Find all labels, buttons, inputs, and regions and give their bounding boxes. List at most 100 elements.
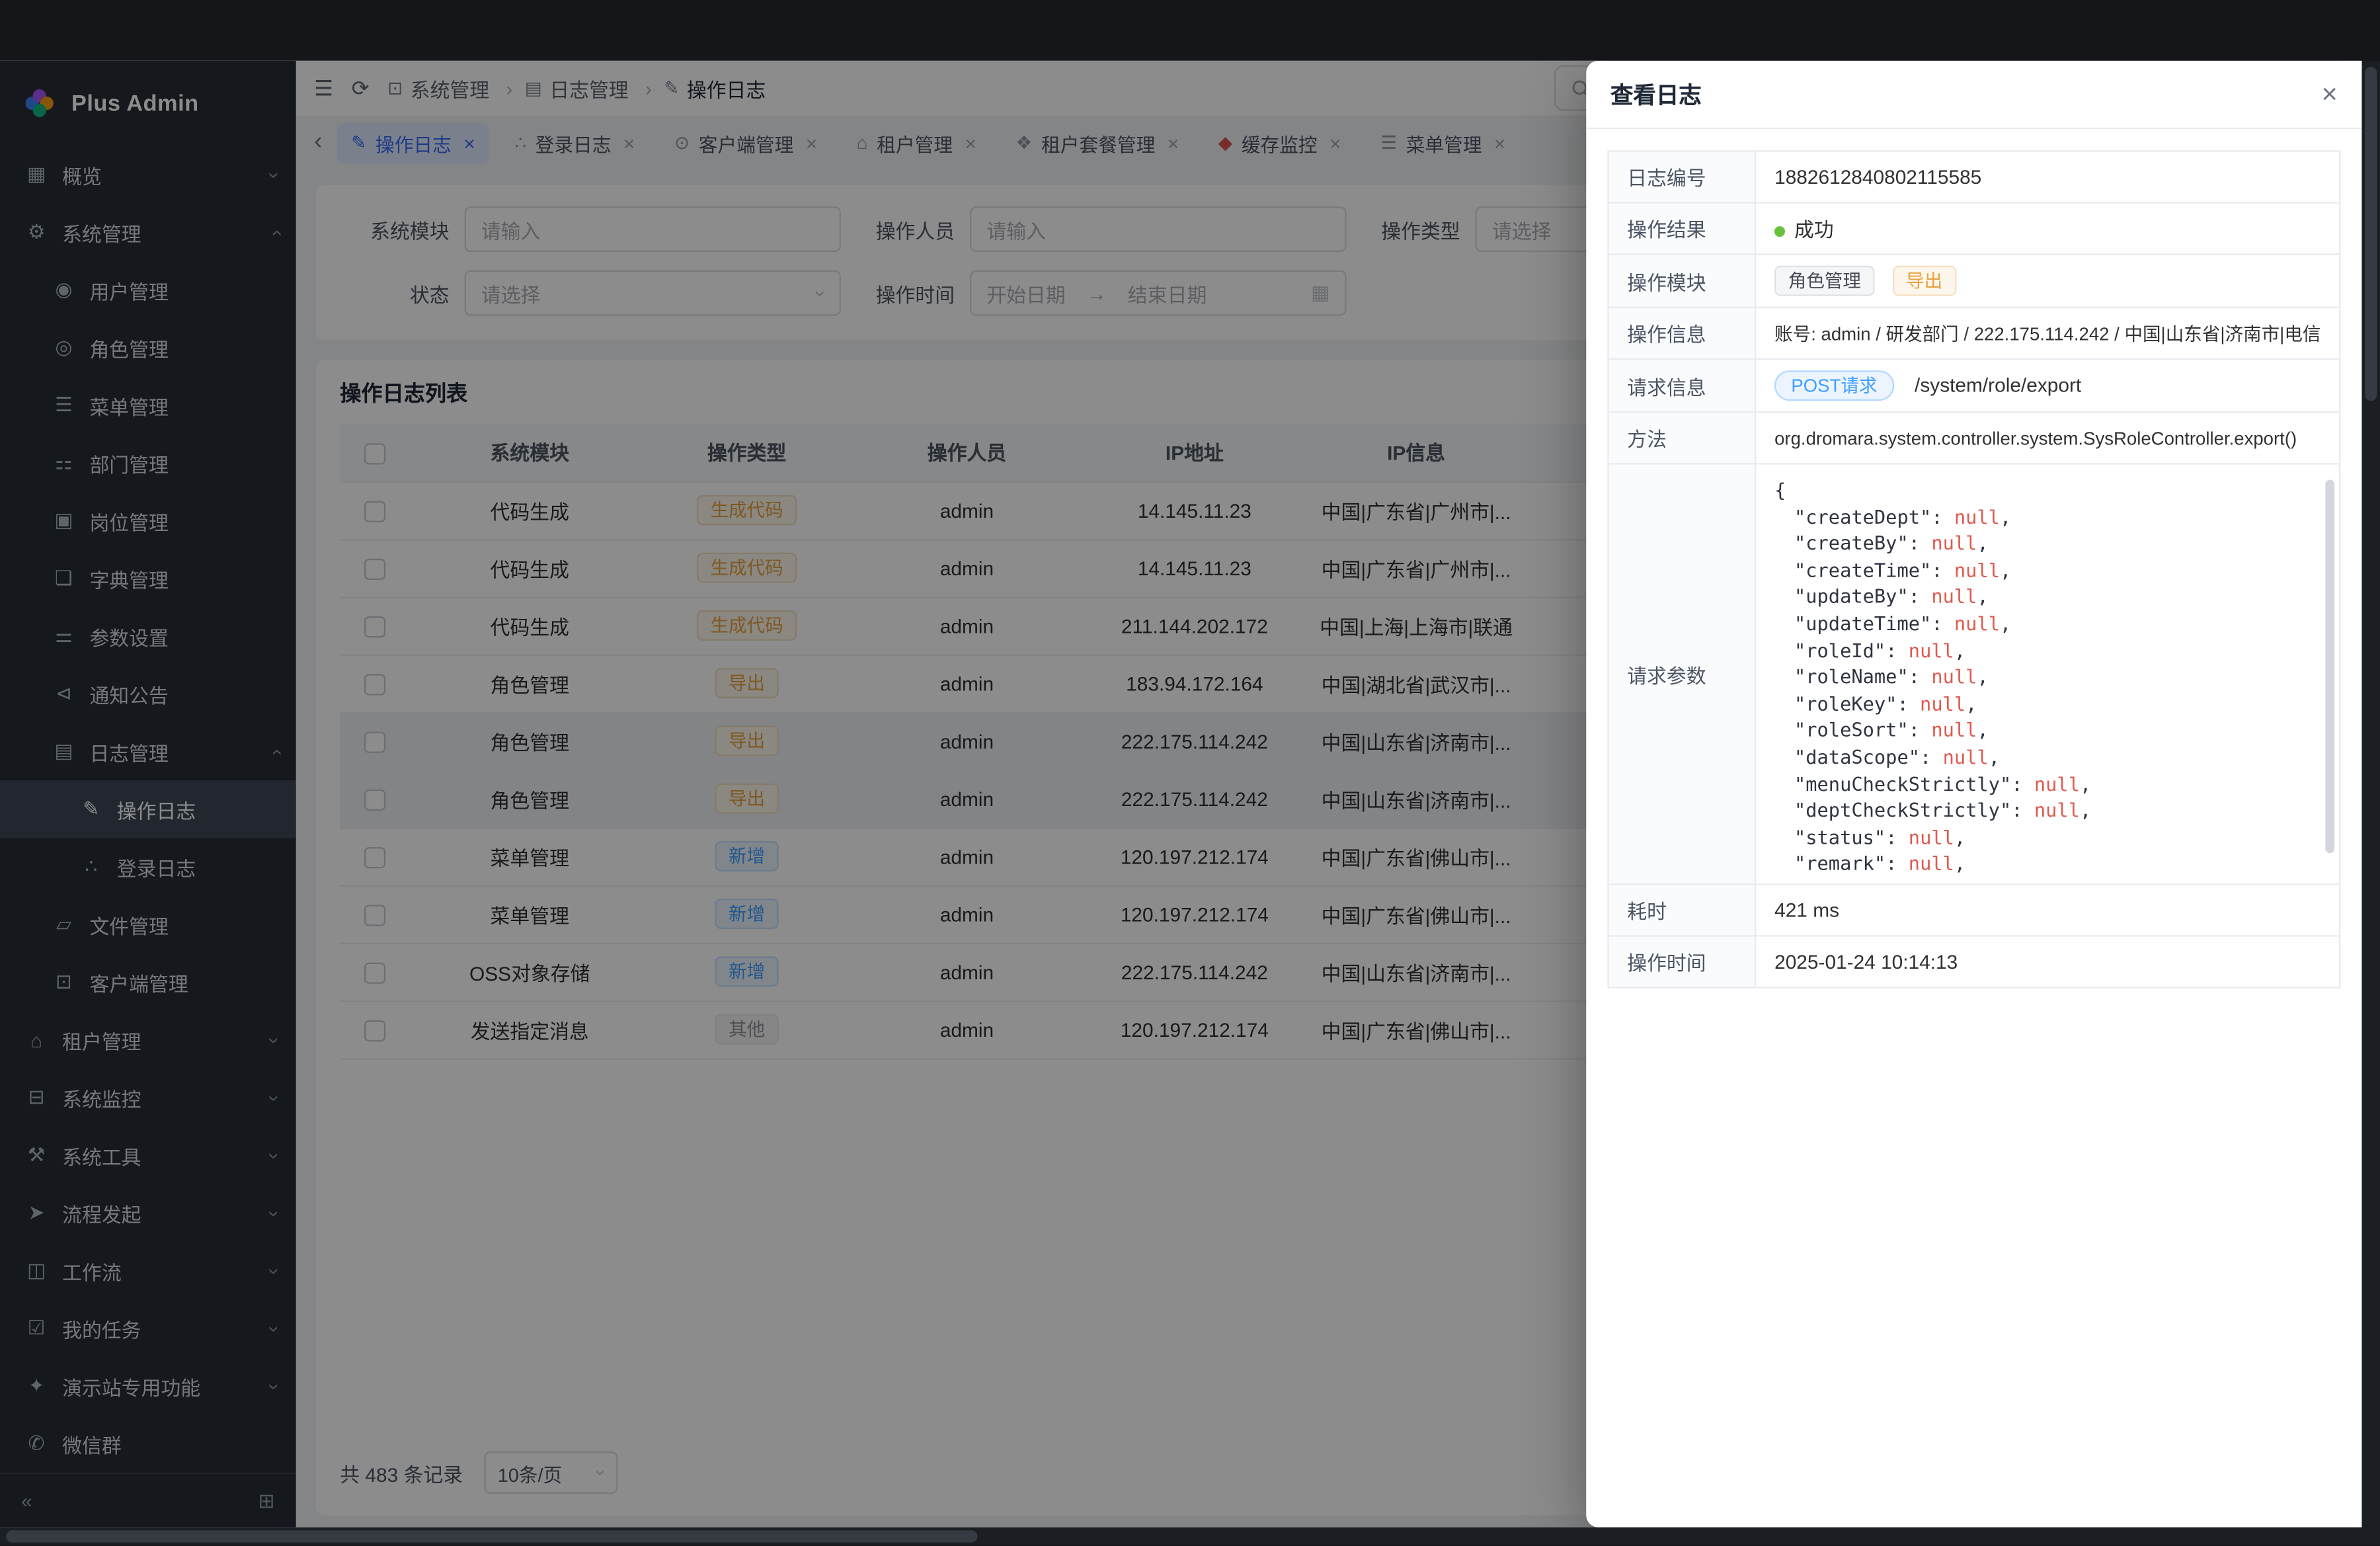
- request-info-value: POST请求 /system/role/export: [1755, 359, 2340, 412]
- screen: Plus Admin ▦ 概览 › ⚙ 系统管理 ›: [0, 0, 2380, 1545]
- detail-label: 操作模块: [1608, 255, 1756, 307]
- detail-label: 请求参数: [1608, 464, 1756, 884]
- close-icon[interactable]: ×: [2322, 81, 2338, 108]
- json-separator: :: [1931, 505, 1954, 528]
- code-scrollbar-thumb[interactable]: [2325, 480, 2334, 854]
- result-text: 成功: [1794, 219, 1834, 241]
- json-comma: ,: [1954, 852, 1965, 875]
- json-value: null: [1909, 639, 1954, 661]
- detail-row-request: 请求信息 POST请求 /system/role/export: [1608, 359, 2340, 412]
- json-key: "status": [1794, 825, 1885, 848]
- json-comma: ,: [2080, 799, 2091, 821]
- request-params-value: { "createDept": null, "createBy": null, …: [1755, 464, 2340, 884]
- result-value: 成功: [1755, 203, 2340, 255]
- json-key: "createTime": [1794, 558, 1931, 581]
- json-comma: ,: [2000, 612, 2011, 634]
- json-line: "updateTime": null,: [1774, 610, 2315, 637]
- json-comma: ,: [1989, 745, 2000, 768]
- vertical-scrollbar[interactable]: [2361, 61, 2380, 1545]
- drawer-header: 查看日志 ×: [1586, 61, 2361, 129]
- detail-label: 操作结果: [1608, 203, 1756, 255]
- json-comma: ,: [1965, 692, 1977, 714]
- json-value: null: [1954, 558, 2000, 581]
- operation-time-value: 2025-01-24 10:14:13: [1755, 936, 2340, 987]
- json-value: null: [1931, 665, 1977, 688]
- json-key: "createDept": [1794, 505, 1931, 528]
- json-line: "createTime": null,: [1774, 557, 2315, 583]
- json-value: null: [2034, 799, 2080, 821]
- http-method-tag: POST请求: [1774, 370, 1894, 401]
- json-line: "roleKey": null,: [1774, 690, 2315, 717]
- json-line: "createBy": null,: [1774, 530, 2315, 557]
- json-comma: ,: [1954, 825, 1965, 848]
- json-comma: ,: [1954, 639, 1965, 661]
- json-line: "menuCheckStrictly": null,: [1774, 770, 2315, 797]
- json-value: null: [1954, 612, 2000, 634]
- json-separator: :: [1909, 585, 1932, 608]
- json-separator: :: [1909, 532, 1932, 554]
- json-value: null: [1954, 505, 2000, 528]
- json-value: null: [1931, 585, 1977, 608]
- operation-info-value: 账号: admin / 研发部门 / 222.175.114.242 / 中国|…: [1755, 307, 2340, 359]
- json-key: "remark": [1794, 852, 1885, 875]
- vertical-scrollbar-thumb[interactable]: [2365, 67, 2377, 401]
- json-line: "roleName": null,: [1774, 664, 2315, 690]
- detail-label: 请求信息: [1608, 359, 1756, 412]
- module-tag: 角色管理: [1774, 266, 1875, 296]
- request-url: /system/role/export: [1915, 374, 2081, 396]
- json-line: "remark": null,: [1774, 850, 2315, 877]
- json-key: "dataScope": [1794, 745, 1920, 768]
- json-separator: :: [1909, 665, 1932, 688]
- json-value: null: [1909, 852, 1954, 875]
- json-value: null: [1931, 719, 1977, 741]
- json-key: "menuCheckStrictly": [1794, 772, 2011, 795]
- detail-row-params: 请求参数 { "createDept": null, "createBy": n…: [1608, 464, 2340, 884]
- json-separator: :: [1909, 719, 1932, 741]
- json-key: "createBy": [1794, 532, 1909, 554]
- detail-row-result: 操作结果 成功: [1608, 203, 2340, 255]
- op-type-tag: 导出: [1892, 266, 1956, 296]
- view-log-drawer: 查看日志 × 日志编号 1882612840802115585 操作结果 成功: [1586, 61, 2361, 1527]
- json-separator: :: [2011, 799, 2034, 821]
- json-line: "roleSort": null,: [1774, 717, 2315, 743]
- detail-row-module: 操作模块 角色管理 导出: [1608, 255, 2340, 307]
- horizontal-scrollbar[interactable]: [0, 1527, 2361, 1546]
- drawer-body: 日志编号 1882612840802115585 操作结果 成功 操作模块: [1586, 129, 2361, 1527]
- json-separator: :: [1885, 639, 1909, 661]
- json-comma: ,: [1977, 665, 1988, 688]
- json-key: "updateBy": [1794, 585, 1909, 608]
- success-dot-icon: [1774, 226, 1785, 237]
- drawer-title: 查看日志: [1610, 78, 1702, 110]
- json-line: "deptCheckStrictly": null,: [1774, 797, 2315, 824]
- json-key: "roleSort": [1794, 719, 1909, 741]
- json-key: "roleName": [1794, 665, 1909, 688]
- json-value: null: [2034, 772, 2080, 795]
- method-value: org.dromara.system.controller.system.Sys…: [1755, 412, 2340, 464]
- json-comma: ,: [2000, 558, 2011, 581]
- detail-label: 操作时间: [1608, 936, 1756, 987]
- json-key: "deptCheckStrictly": [1794, 799, 2011, 821]
- json-separator: :: [1897, 692, 1920, 714]
- detail-row-id: 日志编号 1882612840802115585: [1608, 151, 2340, 202]
- detail-row-method: 方法 org.dromara.system.controller.system.…: [1608, 412, 2340, 464]
- log-detail-table: 日志编号 1882612840802115585 操作结果 成功 操作模块: [1607, 150, 2340, 988]
- json-key: "updateTime": [1794, 612, 1931, 634]
- json-line: "roleId": null,: [1774, 637, 2315, 663]
- json-line: {: [1774, 477, 2315, 503]
- duration-value: 421 ms: [1755, 884, 2340, 936]
- json-key: "roleId": [1794, 639, 1885, 661]
- json-line: "dataScope": null,: [1774, 744, 2315, 770]
- module-value: 角色管理 导出: [1755, 255, 2340, 307]
- json-value: null: [1943, 745, 1989, 768]
- json-line: "createDept": null,: [1774, 503, 2315, 530]
- log-id-value: 1882612840802115585: [1755, 151, 2340, 202]
- json-separator: :: [1885, 852, 1909, 875]
- json-separator: :: [1885, 825, 1909, 848]
- horizontal-scrollbar-thumb[interactable]: [6, 1530, 977, 1542]
- json-value: null: [1920, 692, 1965, 714]
- json-separator: :: [1920, 745, 1943, 768]
- json-comma: ,: [1977, 585, 1988, 608]
- json-line: "status": null,: [1774, 824, 2315, 850]
- json-code-block[interactable]: { "createDept": null, "createBy": null, …: [1757, 465, 2339, 884]
- json-comma: ,: [1977, 532, 1988, 554]
